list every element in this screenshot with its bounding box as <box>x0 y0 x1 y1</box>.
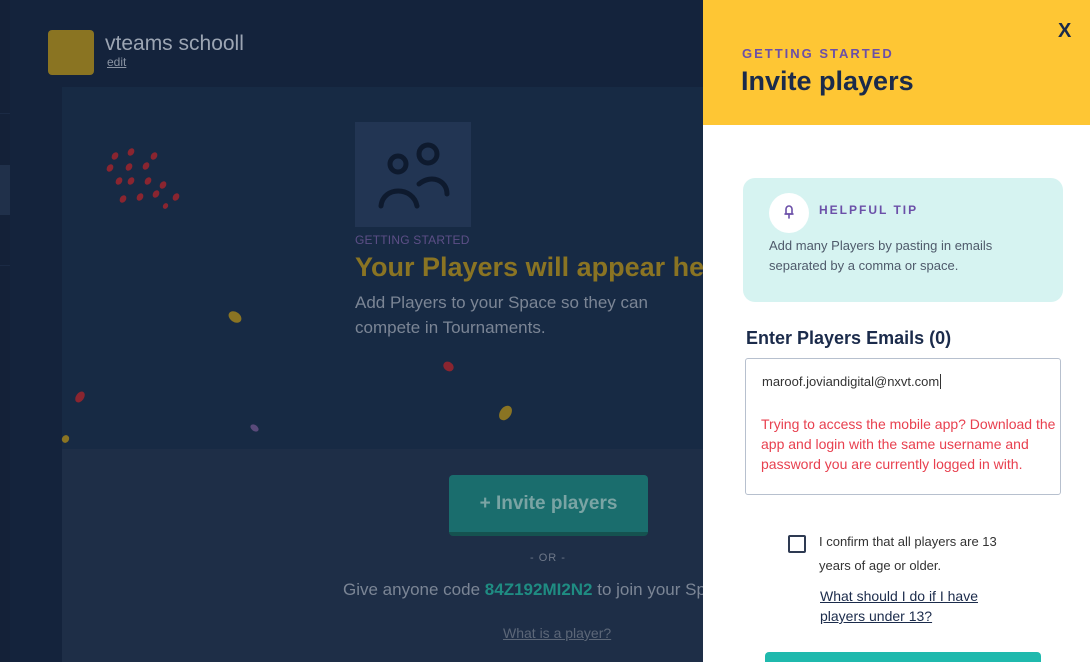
join-code-line: Give anyone code 84Z192MI2N2 to join you… <box>343 580 733 600</box>
join-code-prefix: Give anyone code <box>343 580 481 599</box>
drawer-title: Invite players <box>741 66 914 96</box>
invite-players-drawer: X GETTING STARTED Invite players HELPFUL… <box>703 0 1090 662</box>
players-icon <box>378 142 450 209</box>
age-confirm-label: I confirm that all players are 13 years … <box>819 534 997 573</box>
under-13-help-link[interactable]: What should I do if I have players under… <box>820 586 1020 626</box>
space-logo[interactable] <box>48 30 94 75</box>
tip-text: Add many Players by pasting in emails se… <box>769 238 993 273</box>
drawer-header: X GETTING STARTED Invite players <box>703 0 1090 125</box>
emails-textarea[interactable]: maroof.joviandigital@nxvt.com Trying to … <box>745 358 1061 495</box>
join-code: 84Z192MI2N2 <box>484 580 593 599</box>
section-eyebrow: GETTING STARTED <box>355 233 470 247</box>
emails-value: maroof.joviandigital@nxvt.com <box>762 374 942 389</box>
tip-label: HELPFUL TIP <box>819 203 919 217</box>
emails-field-label: Enter Players Emails (0) <box>746 328 952 348</box>
rail-active-item[interactable] <box>0 165 10 215</box>
age-confirm-checkbox[interactable] <box>788 535 806 553</box>
empty-state-title: Your Players will appear here <box>355 252 730 282</box>
or-separator: - OR - <box>530 552 566 564</box>
what-is-player-link[interactable]: What is a player? <box>503 625 611 641</box>
mobile-app-notice: Trying to access the mobile app? Downloa… <box>761 416 1056 472</box>
rail-divider <box>0 265 10 266</box>
players-illustration <box>355 122 471 227</box>
empty-state-description: Add Players to your Space so they can co… <box>355 293 648 337</box>
invite-players-button[interactable]: + Invite players <box>449 475 648 536</box>
drawer-eyebrow: GETTING STARTED <box>742 46 894 61</box>
edit-link[interactable]: edit <box>107 55 126 69</box>
lightbulb-icon <box>784 205 794 219</box>
left-rail <box>0 0 10 662</box>
rail-divider <box>0 113 10 114</box>
tip-icon-badge <box>769 193 809 233</box>
helpful-tip-box: HELPFUL TIP Add many Players by pasting … <box>743 178 1063 302</box>
send-invites-button[interactable] <box>765 652 1041 662</box>
space-name: vteams schooll <box>105 32 244 55</box>
close-icon[interactable]: X <box>1058 20 1071 43</box>
